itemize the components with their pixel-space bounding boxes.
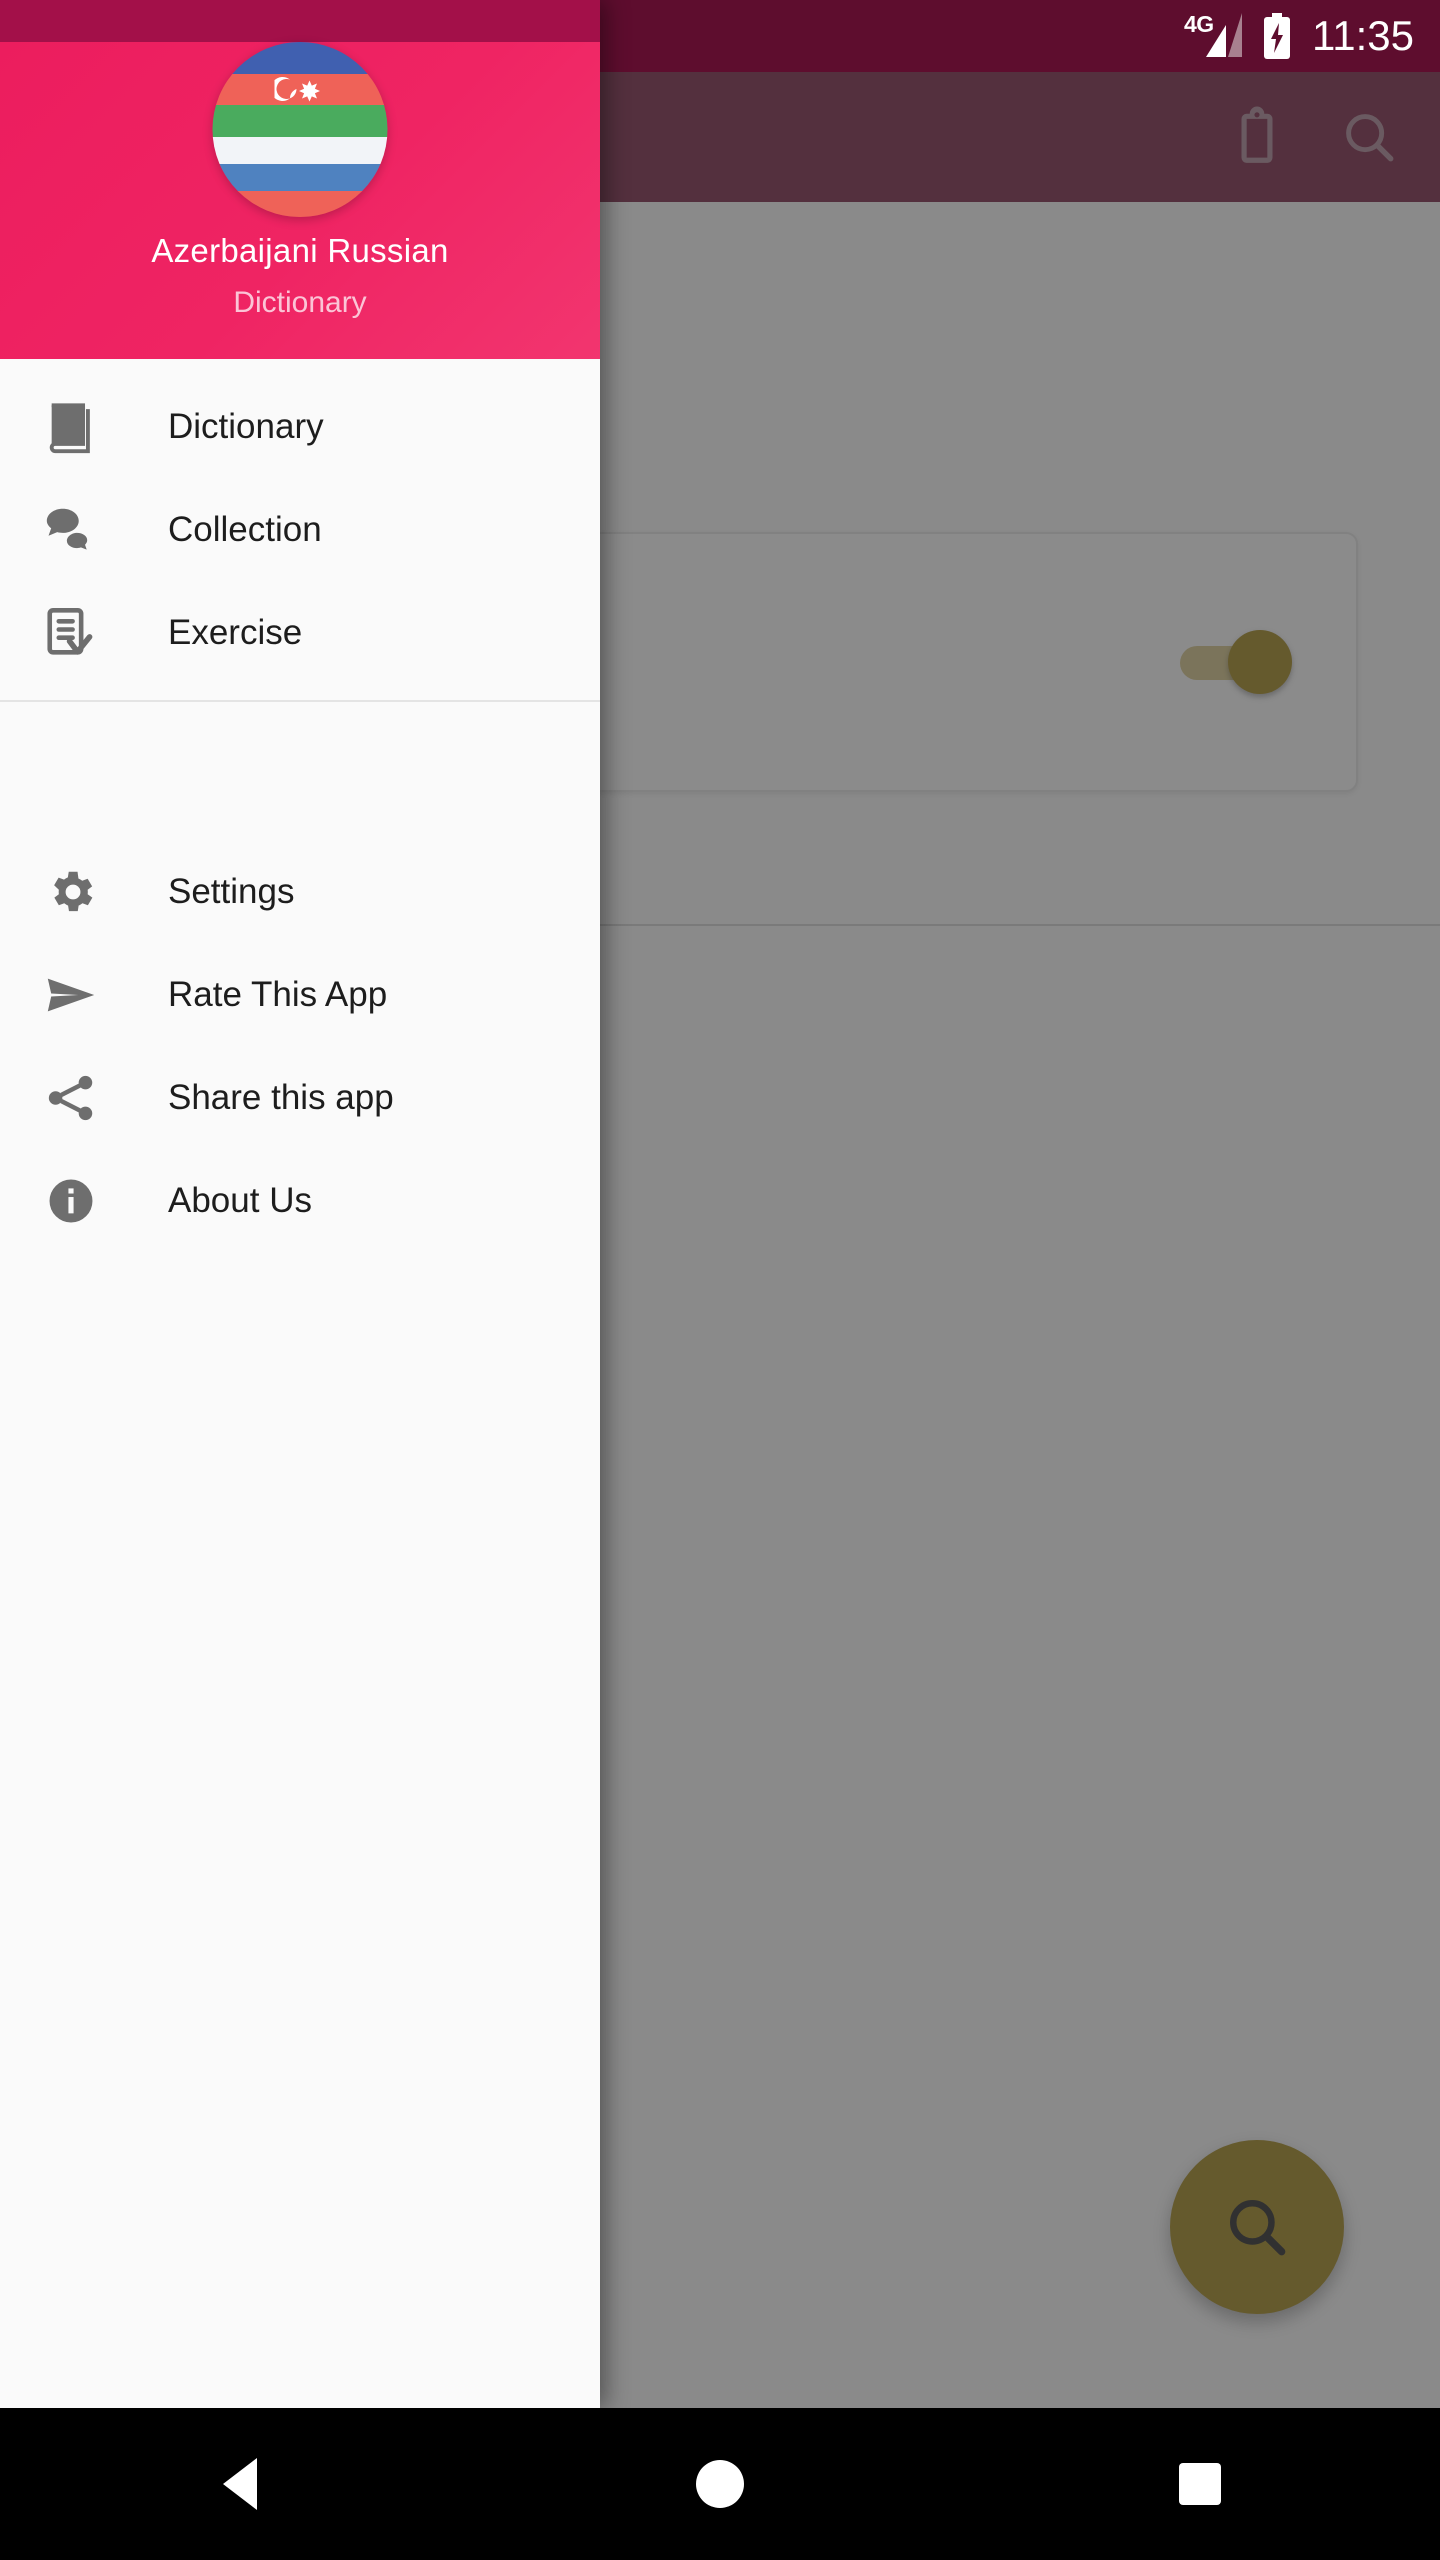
flag-stripe-az-blue xyxy=(212,42,388,74)
battery-charging-icon xyxy=(1262,13,1292,59)
drawer-item-about-us[interactable]: About Us xyxy=(0,1149,600,1252)
system-navigation-bar xyxy=(0,2408,1440,2560)
drawer-item-collection[interactable]: Collection xyxy=(0,478,600,581)
clock: 11:35 xyxy=(1312,12,1414,59)
nav-home-button[interactable] xyxy=(640,2434,800,2534)
drawer-subtitle: Dictionary xyxy=(233,286,367,319)
flag-stripe-ru-red xyxy=(212,190,388,217)
flag-stripe-ru-blue xyxy=(212,163,388,191)
drawer-secondary-menu: Settings Rate This App Share this app Ab… xyxy=(0,824,600,1268)
drawer-status-pad xyxy=(0,0,600,42)
drawer-spacer xyxy=(0,702,600,824)
drawer-item-label: Dictionary xyxy=(168,406,324,446)
share-icon xyxy=(34,1068,108,1128)
drawer-primary-menu: Dictionary Collection Exercise xyxy=(0,359,600,700)
phone-screen: ие xyxy=(0,0,1440,2560)
send-icon xyxy=(34,965,108,1025)
recents-square-icon xyxy=(1179,2463,1221,2505)
drawer-item-rate-this-app[interactable]: Rate This App xyxy=(0,943,600,1046)
book-icon xyxy=(34,397,108,457)
document-check-icon xyxy=(34,603,108,663)
azerbaijani-russian-flag-icon xyxy=(212,42,388,217)
gear-icon xyxy=(34,862,108,922)
info-icon xyxy=(34,1171,108,1231)
drawer-item-dictionary[interactable]: Dictionary xyxy=(0,375,600,478)
signal-bars-icon: 4G xyxy=(1184,11,1242,61)
crescent-star-icon xyxy=(274,77,320,102)
drawer-item-label: Settings xyxy=(168,871,295,911)
drawer-item-label: Collection xyxy=(168,509,322,549)
home-circle-icon xyxy=(696,2460,744,2508)
drawer-item-label: About Us xyxy=(168,1180,312,1220)
drawer-item-settings[interactable]: Settings xyxy=(0,840,600,943)
flag-stripe-az-green xyxy=(212,105,388,137)
flag-stripe-az-red xyxy=(212,73,388,105)
back-triangle-icon xyxy=(223,2458,257,2510)
chat-bubbles-icon xyxy=(34,500,108,560)
drawer-item-label: Rate This App xyxy=(168,974,388,1014)
drawer-item-share-this-app[interactable]: Share this app xyxy=(0,1046,600,1149)
flag-stripe-ru-white xyxy=(212,136,388,164)
status-bar-right: 4G 11:35 xyxy=(1184,11,1414,61)
navigation-drawer: Azerbaijani Russian Dictionary Dictionar… xyxy=(0,0,600,2408)
nav-back-button[interactable] xyxy=(160,2434,320,2534)
drawer-title: Azerbaijani Russian xyxy=(151,232,449,269)
drawer-item-label: Share this app xyxy=(168,1077,394,1117)
drawer-item-label: Exercise xyxy=(168,612,303,652)
drawer-header: Azerbaijani Russian Dictionary xyxy=(0,42,600,359)
nav-recents-button[interactable] xyxy=(1120,2434,1280,2534)
drawer-item-exercise[interactable]: Exercise xyxy=(0,581,600,684)
